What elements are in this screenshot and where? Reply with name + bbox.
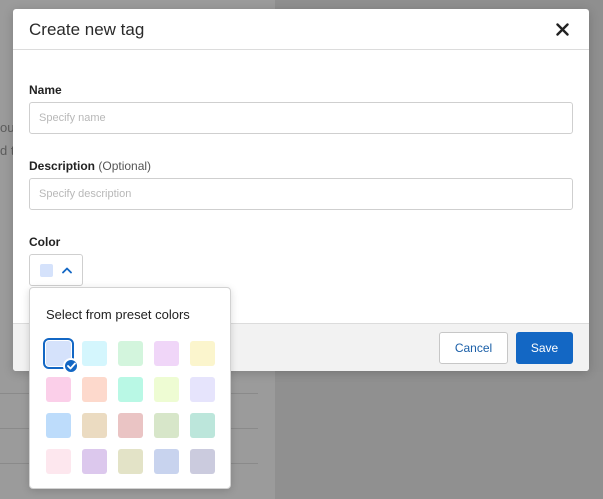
name-label: Name [29, 83, 62, 97]
color-swatch[interactable] [118, 449, 143, 474]
cancel-button[interactable]: Cancel [439, 332, 508, 364]
color-swatch[interactable] [154, 377, 179, 402]
description-label: Description (Optional) [29, 159, 151, 173]
color-swatch[interactable] [46, 413, 71, 438]
selected-color-swatch [40, 263, 53, 277]
dialog-header: Create new tag [13, 9, 589, 50]
name-input[interactable] [29, 102, 573, 134]
description-label-text: Description [29, 159, 96, 173]
color-swatch[interactable] [190, 377, 215, 402]
color-swatch[interactable] [154, 413, 179, 438]
color-swatch[interactable] [82, 449, 107, 474]
optional-hint: (Optional) [98, 159, 152, 173]
color-dropdown-toggle[interactable] [29, 254, 83, 286]
color-swatch[interactable] [82, 341, 107, 366]
color-swatch[interactable] [46, 449, 71, 474]
background-region [275, 372, 603, 499]
color-swatch[interactable] [82, 413, 107, 438]
color-swatch[interactable] [46, 377, 71, 402]
chevron-up-icon [62, 267, 72, 273]
save-button[interactable]: Save [516, 332, 573, 364]
color-swatch[interactable] [118, 413, 143, 438]
color-swatch[interactable] [190, 449, 215, 474]
color-swatch[interactable] [190, 341, 215, 366]
check-icon [63, 358, 79, 374]
color-picker-title: Select from preset colors [46, 307, 190, 322]
color-swatch[interactable] [154, 449, 179, 474]
dialog-title: Create new tag [29, 20, 145, 39]
color-swatch[interactable] [118, 341, 143, 366]
close-button[interactable] [551, 18, 573, 40]
color-swatch[interactable] [118, 377, 143, 402]
color-picker-popover: Select from preset colors [29, 287, 231, 489]
color-label: Color [29, 235, 61, 249]
color-swatch[interactable] [190, 413, 215, 438]
close-icon [555, 22, 569, 36]
color-swatch[interactable] [82, 377, 107, 402]
color-swatch[interactable] [154, 341, 179, 366]
description-input[interactable] [29, 178, 573, 210]
